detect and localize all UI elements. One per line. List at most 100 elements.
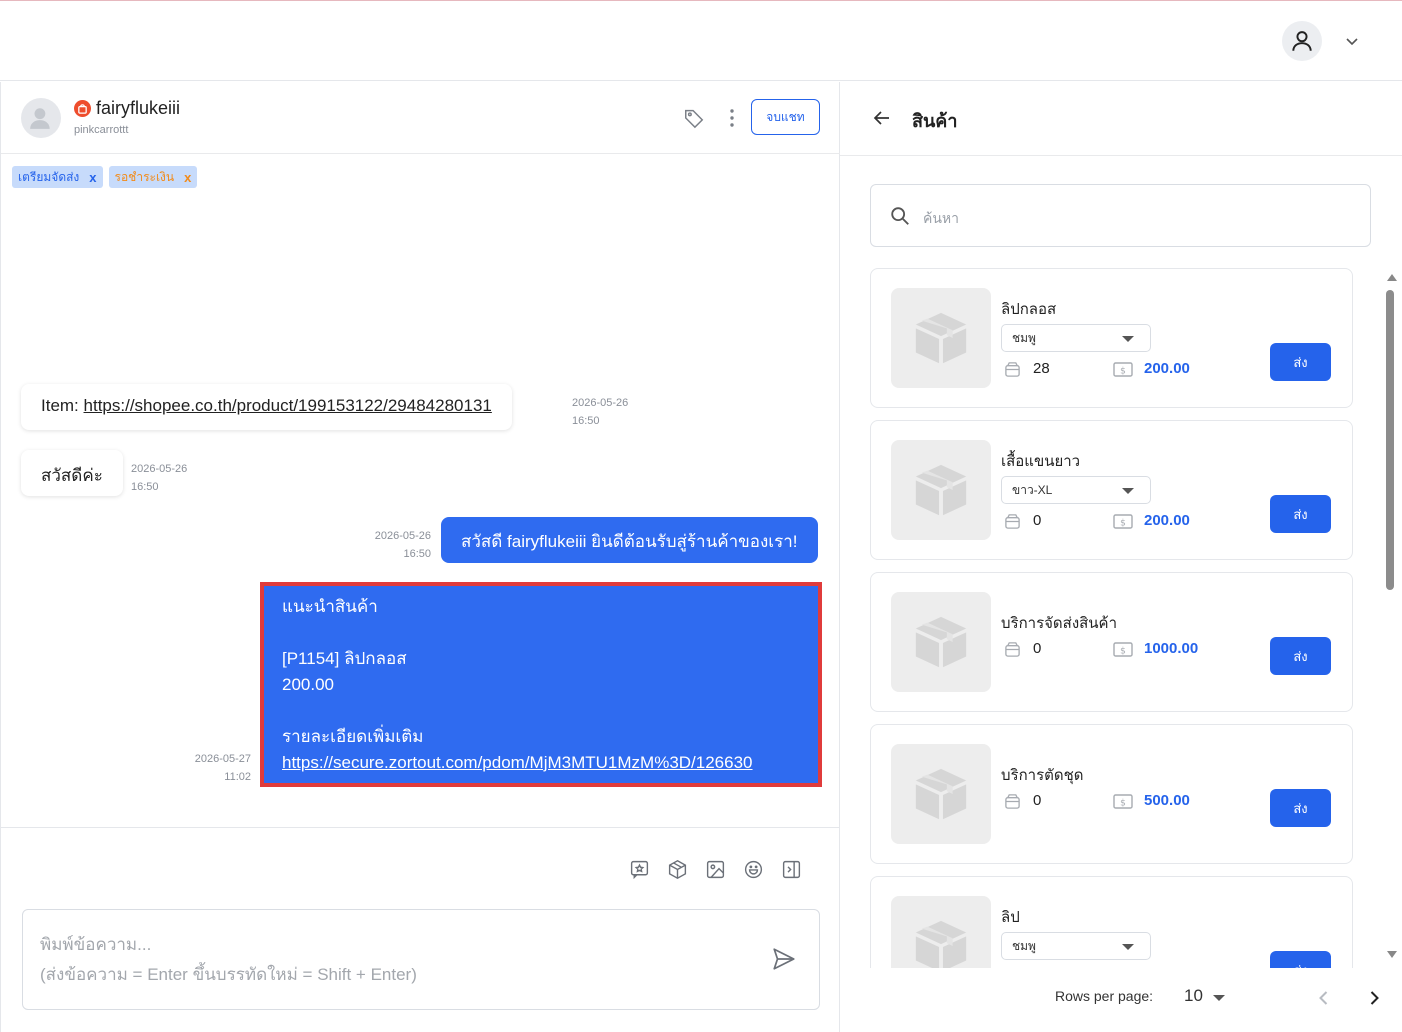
product-list-scrollbar[interactable]	[1384, 270, 1398, 970]
end-chat-button[interactable]: จบแชท	[751, 99, 820, 135]
variant-select[interactable]: ชมพู	[1001, 932, 1151, 960]
quick-reply-icon[interactable]	[629, 859, 650, 880]
message-date: 2026-05-27	[194, 753, 251, 765]
product-thumbnail	[891, 896, 991, 968]
stock-icon	[1005, 514, 1020, 529]
tag-preparing-shipment: เตรียมจัดส่ง x	[12, 166, 103, 188]
top-bar	[0, 1, 1402, 81]
variant-value: ชมพู	[1012, 331, 1036, 345]
product-price: 200.00	[1144, 360, 1190, 377]
message-text: สวัสดีค่ะ	[41, 466, 103, 485]
variant-value: ชมพู	[1012, 939, 1036, 953]
svg-text:$: $	[1120, 799, 1126, 809]
send-product-button[interactable]: ส่ง	[1270, 343, 1331, 381]
shopee-icon	[74, 100, 91, 117]
scroll-down-arrow-icon[interactable]	[1387, 951, 1397, 958]
user-avatar-button[interactable]	[1282, 21, 1322, 61]
product-thumbnail	[891, 744, 991, 844]
composer-toolbar	[629, 859, 802, 880]
send-product-button[interactable]: ส่ง	[1270, 637, 1331, 675]
send-product-button[interactable]: ส่ง	[1270, 495, 1331, 533]
product-list: ลิปกลอส ชมพู 28 $ 200.00 ส่ง เสื้อแขนยาว…	[870, 268, 1353, 968]
emoji-icon[interactable]	[743, 859, 764, 880]
dropdown-arrow-icon	[1122, 336, 1134, 342]
product-name: เสื้อแขนยาว	[1001, 453, 1081, 470]
panel-title: สินค้า	[912, 111, 958, 131]
more-vertical-icon[interactable]	[722, 107, 742, 129]
product-box-icon[interactable]	[667, 859, 688, 880]
chevron-right-icon[interactable]	[1364, 988, 1384, 1008]
product-details-link[interactable]: https://secure.zortout.com/pdom/MjM3MTU1…	[282, 753, 753, 772]
message-timestamp: 2026-05-27 11:02	[171, 750, 251, 786]
box-placeholder-icon	[915, 464, 967, 516]
message-time: 16:50	[403, 548, 431, 560]
product-thumbnail	[891, 440, 991, 540]
pagination: Rows per page: 10	[840, 976, 1402, 1020]
tag-icon[interactable]	[683, 107, 705, 129]
chevron-down-icon[interactable]	[1342, 31, 1362, 51]
message-heading: แนะนำสินค้า	[282, 597, 378, 616]
arrow-left-icon[interactable]	[872, 108, 892, 128]
stock-quantity: 0	[1033, 792, 1042, 809]
dropdown-arrow-icon	[1122, 944, 1134, 950]
incoming-message: Item: https://shopee.co.th/product/19915…	[21, 384, 512, 430]
stock-icon	[1005, 794, 1020, 809]
product-panel: สินค้า ค้นหา ลิปกลอส ชมพู 28 $ 200.00 ส่…	[840, 82, 1402, 1032]
svg-text:$: $	[1120, 519, 1126, 529]
customer-handle: pinkcarrottt	[74, 124, 129, 136]
variant-select[interactable]: ขาว-XL	[1001, 476, 1151, 504]
stock-quantity: 0	[1033, 640, 1042, 657]
image-icon[interactable]	[705, 859, 726, 880]
product-thumbnail	[891, 288, 991, 388]
scroll-thumb[interactable]	[1386, 290, 1394, 590]
svg-text:$: $	[1120, 367, 1126, 377]
search-icon	[891, 207, 909, 225]
send-product-button[interactable]: ส่ง	[1270, 951, 1331, 968]
box-placeholder-icon	[915, 616, 967, 668]
stock-icon	[1005, 362, 1020, 377]
collapse-panel-icon[interactable]	[781, 859, 802, 880]
product-card: ลิป ชมพู ส่ง	[870, 876, 1353, 968]
product-name: บริการตัดชุด	[1001, 767, 1084, 784]
message-text: สวัสดี fairyflukeiii ยินดีต้อนรับสู่ร้าน…	[461, 532, 798, 551]
dropdown-arrow-icon[interactable]	[1213, 995, 1225, 1001]
variant-select[interactable]: ชมพู	[1001, 324, 1151, 352]
dropdown-arrow-icon	[1122, 488, 1134, 494]
box-placeholder-icon	[915, 312, 967, 364]
product-card: ลิปกลอส ชมพู 28 $ 200.00 ส่ง	[870, 268, 1353, 408]
send-icon[interactable]	[771, 946, 797, 972]
user-placeholder-icon	[30, 108, 50, 129]
tag-label: รอชำระเงิน	[114, 169, 175, 184]
message-input[interactable]: พิมพ์ข้อความ... (ส่งข้อความ = Enter ขึ้น…	[22, 909, 820, 1010]
rows-per-page-select[interactable]: 10	[1184, 986, 1203, 1006]
product-link[interactable]: https://shopee.co.th/product/199153122/2…	[84, 396, 492, 415]
product-price: 1000.00	[1144, 640, 1199, 657]
chevron-left-icon[interactable]	[1314, 988, 1334, 1008]
message-time: 16:50	[572, 415, 600, 427]
message-time: 16:50	[131, 481, 159, 493]
stock-quantity: 0	[1033, 512, 1042, 529]
product-search-input[interactable]: ค้นหา	[870, 184, 1371, 247]
product-name: ลิป	[1001, 909, 1020, 926]
scroll-up-arrow-icon[interactable]	[1387, 274, 1397, 281]
price-icon: $	[1113, 642, 1133, 657]
incoming-message: สวัสดีค่ะ	[21, 450, 123, 496]
chat-header: fairyflukeiii pinkcarrottt จบแชท	[1, 82, 840, 154]
product-price: 200.00	[1144, 512, 1190, 529]
price-icon: $	[1113, 514, 1133, 529]
svg-text:$: $	[1120, 647, 1126, 657]
product-recommendation-message: แนะนำสินค้า [P1154] ลิปกลอส 200.00 รายละเอี…	[260, 582, 822, 787]
box-placeholder-icon	[915, 920, 967, 968]
remove-tag-button[interactable]: x	[184, 170, 191, 185]
remove-tag-button[interactable]: x	[89, 170, 96, 185]
rows-per-page-label: Rows per page:	[1055, 988, 1154, 1004]
chat-tags: เตรียมจัดส่ง x รอชำระเงิน x	[12, 166, 198, 188]
price-icon: $	[1113, 362, 1133, 377]
chat-window: fairyflukeiii pinkcarrottt จบแชท เตรียมจ…	[0, 82, 840, 1032]
more-details-label: รายละเอียดเพิ่มเติม	[282, 727, 424, 746]
stock-icon	[1005, 642, 1020, 657]
outgoing-message: สวัสดี fairyflukeiii ยินดีต้อนรับสู่ร้าน…	[441, 517, 818, 563]
product-price: 200.00	[282, 675, 334, 694]
send-product-button[interactable]: ส่ง	[1270, 789, 1331, 827]
tag-awaiting-payment: รอชำระเงิน x	[108, 166, 198, 188]
